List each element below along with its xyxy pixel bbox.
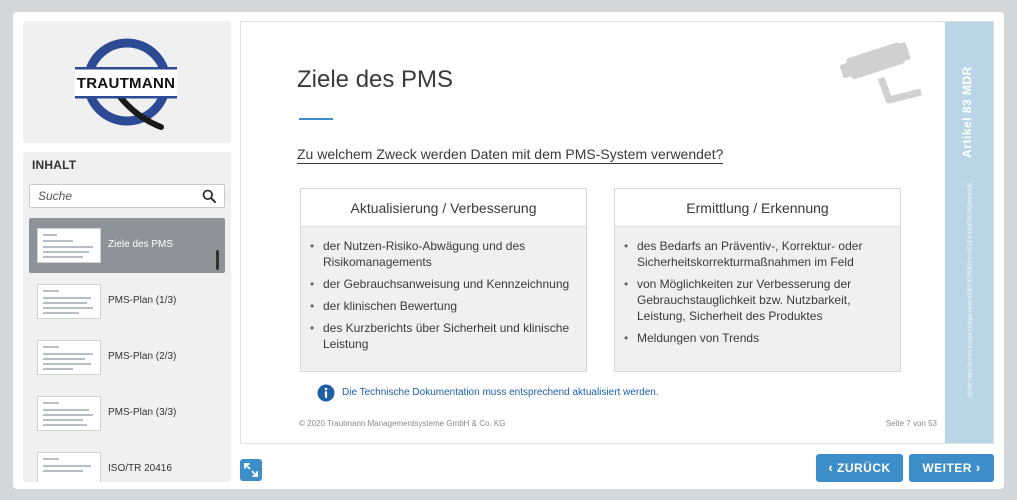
toc-item-label: PMS-Plan (1/3) [108, 295, 177, 306]
bullet-item: Meldungen von Trends [623, 330, 895, 346]
slide-canvas: Ziele des PMS Zu welchem Zweck werden Da… [240, 21, 994, 444]
next-button-label: WEITER [922, 461, 972, 475]
toc-item-pms-plan-2[interactable]: PMS-Plan (2/3) [29, 330, 225, 385]
slide-thumbnail [37, 340, 101, 375]
toc-item-iso-tr-20416[interactable]: ISO/TR 20416 [29, 442, 225, 482]
page-number: Seite 7 von 53 [885, 419, 937, 428]
slide-question: Zu welchem Zweck werden Daten mit dem PM… [297, 146, 724, 164]
card-heading: Aktualisierung / Verbesserung [301, 189, 586, 227]
bullet-list: der Nutzen-Risiko-Abwägung und des Risik… [309, 238, 581, 358]
info-text: Die Technische Dokumentation muss entspr… [342, 387, 659, 398]
search-box[interactable] [29, 184, 225, 208]
bullet-item: des Kurzberichts über Sicherheit und kli… [309, 320, 581, 352]
slide-thumbnail [37, 228, 101, 263]
bullet-item: der klinischen Bewertung [309, 298, 581, 314]
search-input[interactable] [30, 185, 200, 207]
toc-item-label: ISO/TR 20416 [108, 463, 172, 474]
bullet-item: der Gebrauchsanweisung und Kennzeichnung [309, 276, 581, 292]
logo-text: TRAUTMANN [77, 75, 176, 92]
slide-thumbnail [37, 284, 101, 319]
chevron-left-icon: ‹ [828, 460, 834, 475]
side-ribbon: Artikel 83 MDR Quelle: https://eur-lex.e… [945, 22, 993, 443]
toc-item-ziele-des-pms[interactable]: Ziele des PMS [29, 218, 225, 273]
back-button-label: ZURÜCK [837, 461, 891, 475]
next-button[interactable]: WEITER › [909, 454, 994, 482]
toc-item-pms-plan-1[interactable]: PMS-Plan (1/3) [29, 274, 225, 329]
back-button[interactable]: ‹ ZURÜCK [816, 454, 903, 482]
bullet-item: von Möglichkeiten zur Verbesserung der G… [623, 276, 895, 324]
toc-item-label: Ziele des PMS [108, 239, 174, 250]
copyright-text: © 2020 Trautmann Managementsysteme GmbH … [299, 419, 506, 428]
trautmann-logo: TRAUTMANN [75, 38, 177, 130]
bullet-item: der Nutzen-Risiko-Abwägung und des Risik… [309, 238, 581, 270]
surveillance-camera-icon [839, 42, 922, 104]
card-aktualisierung: Aktualisierung / Verbesserung der Nutzen… [300, 188, 587, 372]
card-ermittlung: Ermittlung / Erkennung des Bedarfs an Pr… [614, 188, 901, 372]
card-heading: Ermittlung / Erkennung [615, 189, 900, 227]
toc-panel: INHALT Ziele des PMS [23, 152, 231, 482]
ribbon-source: Quelle: https://eur-lex.europa.eu/legal-… [967, 182, 974, 397]
toc-heading: INHALT [32, 158, 77, 172]
fullscreen-button[interactable] [240, 459, 262, 481]
toc-scrollbar[interactable] [216, 250, 219, 270]
slide-title: Ziele des PMS [297, 66, 454, 93]
chevron-right-icon: › [975, 460, 981, 475]
bullet-item: des Bedarfs an Präventiv-, Korrektur- od… [623, 238, 895, 270]
expand-icon [244, 463, 258, 477]
title-underline [299, 118, 333, 120]
toc-item-label: PMS-Plan (2/3) [108, 351, 177, 362]
bullet-list: des Bedarfs an Präventiv-, Korrektur- od… [623, 238, 895, 352]
info-icon [317, 384, 335, 402]
slide-thumbnail [37, 396, 101, 431]
slide-thumbnail [37, 452, 101, 482]
toc-item-pms-plan-3[interactable]: PMS-Plan (3/3) [29, 386, 225, 441]
logo-panel: TRAUTMANN [23, 21, 231, 143]
ribbon-title: Artikel 83 MDR [960, 66, 974, 158]
search-icon[interactable] [202, 189, 216, 203]
toc-item-label: PMS-Plan (3/3) [108, 407, 177, 418]
